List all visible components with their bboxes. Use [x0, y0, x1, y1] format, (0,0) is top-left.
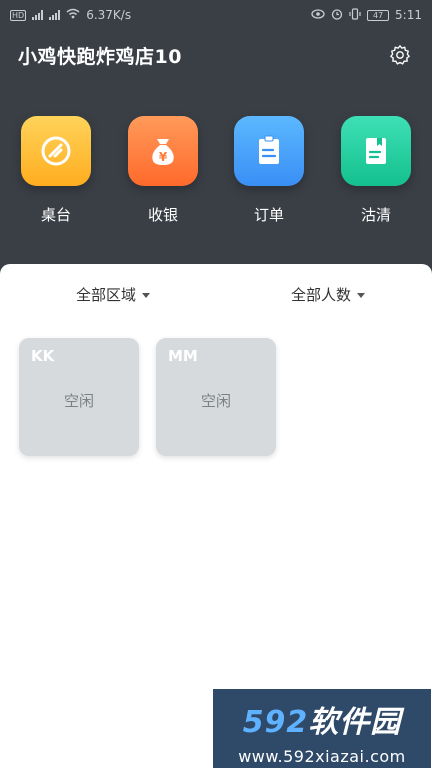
- quick-action-sold-out[interactable]: 沽清: [336, 112, 416, 225]
- signal-4g-icon: [32, 10, 44, 20]
- table-status: 空闲: [200, 392, 231, 410]
- quick-action-cashier[interactable]: ¥ 收银: [123, 112, 203, 225]
- battery-icon: 47: [367, 9, 390, 21]
- quick-action-label: 收银: [147, 206, 178, 224]
- table-name: MM: [168, 347, 198, 365]
- gear-icon: [390, 45, 410, 65]
- quick-action-label: 沽清: [360, 206, 391, 224]
- store-title: 小鸡快跑炸鸡店10: [18, 45, 182, 68]
- table-status: 空闲: [63, 392, 94, 410]
- alarm-icon: [331, 8, 343, 23]
- watermark-brand: 592软件园: [213, 697, 431, 741]
- area-filter-label: 全部区域: [76, 286, 137, 304]
- money-bag-icon: ¥: [128, 116, 198, 186]
- settings-button[interactable]: [386, 41, 414, 69]
- svg-text:¥: ¥: [159, 150, 168, 164]
- quick-action-label: 桌台: [40, 206, 71, 224]
- area-filter-dropdown[interactable]: 全部区域: [76, 284, 151, 305]
- watermark-brand-number: 592: [242, 705, 309, 740]
- signal-4g-icon: [49, 10, 61, 20]
- caret-down-icon: [357, 293, 366, 298]
- status-bar: HD 6.37K/s 47 5:11: [0, 0, 432, 30]
- quick-action-table[interactable]: 桌台: [16, 112, 96, 225]
- clock: 5:11: [395, 8, 422, 22]
- table-icon: [21, 116, 91, 186]
- filter-bar: 全部区域 全部人数: [0, 264, 432, 326]
- people-filter-dropdown[interactable]: 全部人数: [291, 284, 366, 305]
- hd-icon: HD: [10, 9, 27, 21]
- sold-out-book-icon: [341, 116, 411, 186]
- table-card[interactable]: MM 空闲: [156, 338, 276, 456]
- caret-down-icon: [142, 293, 151, 298]
- watermark-brand-text: 软件园: [308, 705, 402, 740]
- quick-action-orders[interactable]: 订单: [229, 112, 309, 225]
- app-header: 小鸡快跑炸鸡店10: [0, 30, 432, 80]
- network-speed: 6.37K/s: [86, 8, 132, 22]
- table-name: KK: [31, 347, 55, 365]
- quick-actions: 桌台 ¥ 收银 订单 沽清: [0, 112, 432, 242]
- table-card[interactable]: KK 空闲: [19, 338, 139, 456]
- people-filter-label: 全部人数: [291, 286, 352, 304]
- watermark-url: www.592xiazai.com: [238, 747, 406, 766]
- vibrate-icon: [349, 7, 361, 23]
- wifi-icon: [66, 8, 80, 22]
- site-watermark: 592软件园 www.592xiazai.com: [213, 689, 431, 768]
- eye-icon: [311, 8, 325, 22]
- quick-action-label: 订单: [253, 206, 284, 224]
- order-icon: [234, 116, 304, 186]
